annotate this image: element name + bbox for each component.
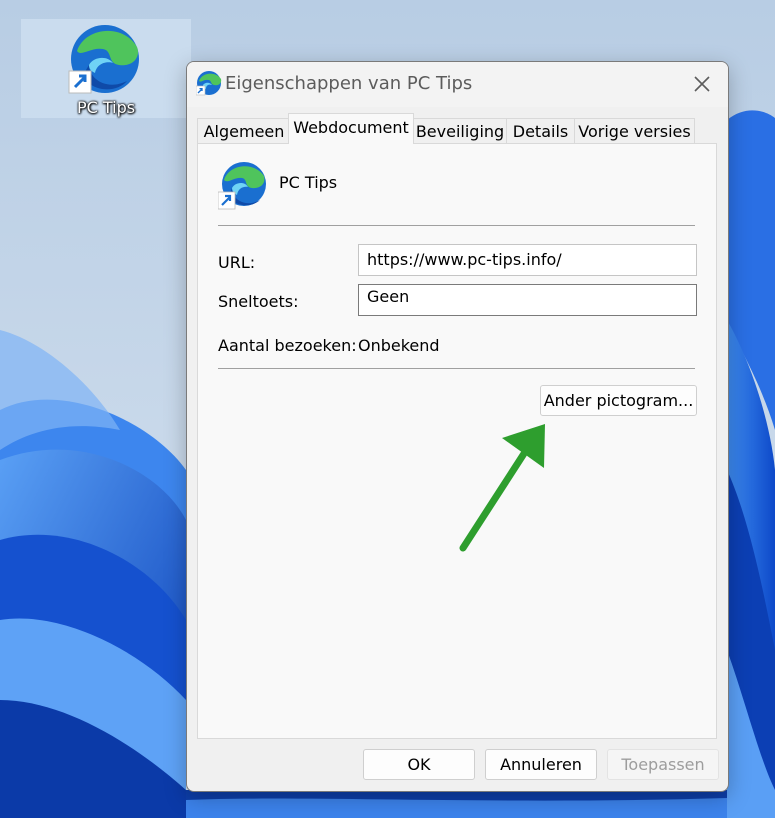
desktop-shortcut-label: PC Tips	[76, 98, 136, 117]
apply-button: Toepassen	[607, 749, 719, 780]
tab-webdocument[interactable]: Webdocument	[288, 113, 414, 144]
close-icon[interactable]	[687, 70, 717, 98]
title-bar[interactable]: Eigenschappen van PC Tips	[187, 62, 728, 107]
edge-icon	[196, 71, 222, 96]
edge-icon	[68, 25, 139, 94]
desktop-shortcut-pc-tips[interactable]: PC Tips	[21, 19, 191, 118]
visits-value: Onbekend	[358, 336, 440, 355]
tab-details[interactable]: Details	[506, 118, 575, 143]
hotkey-field[interactable]: Geen	[358, 284, 697, 316]
webdocument-panel: PC Tips URL: https://www.pc-tips.info/ S…	[197, 143, 717, 739]
tab-beveiliging[interactable]: Beveiliging	[413, 118, 507, 143]
url-field[interactable]: https://www.pc-tips.info/	[358, 244, 697, 276]
separator	[218, 368, 695, 369]
desktop: PC Tips Eigenschappen van PC Tips Algeme…	[0, 0, 775, 818]
properties-dialog: Eigenschappen van PC Tips Algemeen Webdo…	[186, 61, 729, 792]
cancel-button[interactable]: Annuleren	[485, 749, 597, 780]
tab-vorige-versies[interactable]: Vorige versies	[574, 118, 695, 143]
edge-icon	[218, 162, 266, 210]
ok-button[interactable]: OK	[363, 749, 475, 780]
change-icon-button[interactable]: Ander pictogram...	[540, 385, 697, 416]
shortcut-name: PC Tips	[279, 173, 338, 192]
visits-label: Aantal bezoeken:	[218, 336, 357, 355]
separator	[218, 225, 695, 226]
tab-algemeen[interactable]: Algemeen	[197, 118, 291, 143]
dialog-title: Eigenschappen van PC Tips	[225, 73, 473, 94]
url-label: URL:	[218, 253, 256, 272]
hotkey-label: Sneltoets:	[218, 292, 299, 311]
